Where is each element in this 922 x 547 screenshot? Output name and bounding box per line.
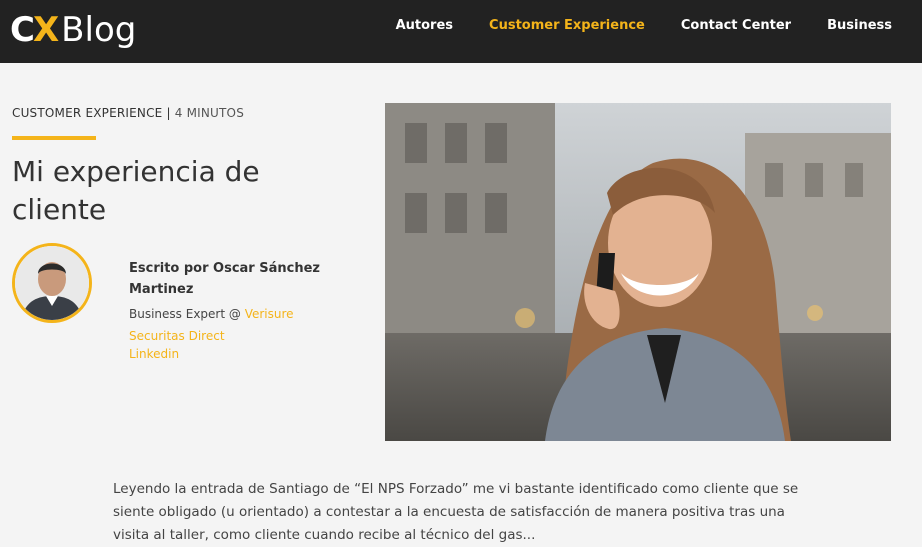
read-time: 4 MINUTOS [174,106,245,120]
author-avatar [12,243,92,323]
author-role-prefix: Business Expert @ [129,307,245,321]
author-role: Business Expert @ Verisure Securitas Dir… [129,303,349,347]
main-nav: Autores Customer Experience Contact Cent… [378,0,922,50]
page-title: Mi experiencia de cliente [12,155,260,226]
article-category[interactable]: CUSTOMER EXPERIENCE [12,106,162,120]
author-byline: Escrito por Oscar Sánchez Martinez [129,261,320,297]
nav-item-business[interactable]: Business [827,18,892,33]
article-excerpt: Leyendo la entrada de Santiago de “El NP… [113,481,799,543]
meta-separator: | [166,106,171,120]
top-navigation-bar: CX Blog Autores Customer Experience Conta… [0,0,922,63]
cxblog-logo[interactable]: CX Blog [10,8,136,52]
nav-item-customer-experience[interactable]: Customer Experience [489,18,645,33]
nav-item-contact-center[interactable]: Contact Center [681,18,791,33]
nav-item-autores[interactable]: Autores [396,18,453,33]
author-photo-icon [15,246,89,320]
logo-cx: CX [10,10,59,50]
logo-c: C [10,10,35,50]
author-linkedin-link[interactable]: Linkedin [129,347,179,361]
logo-x: X [32,10,59,50]
woman-on-phone-photo-icon [385,103,891,441]
hero-image [385,103,891,441]
logo-blog-text: Blog [61,10,137,50]
title-accent-rule [12,136,96,140]
article-meta: CUSTOMER EXPERIENCE | 4 MINUTOS [12,106,244,120]
